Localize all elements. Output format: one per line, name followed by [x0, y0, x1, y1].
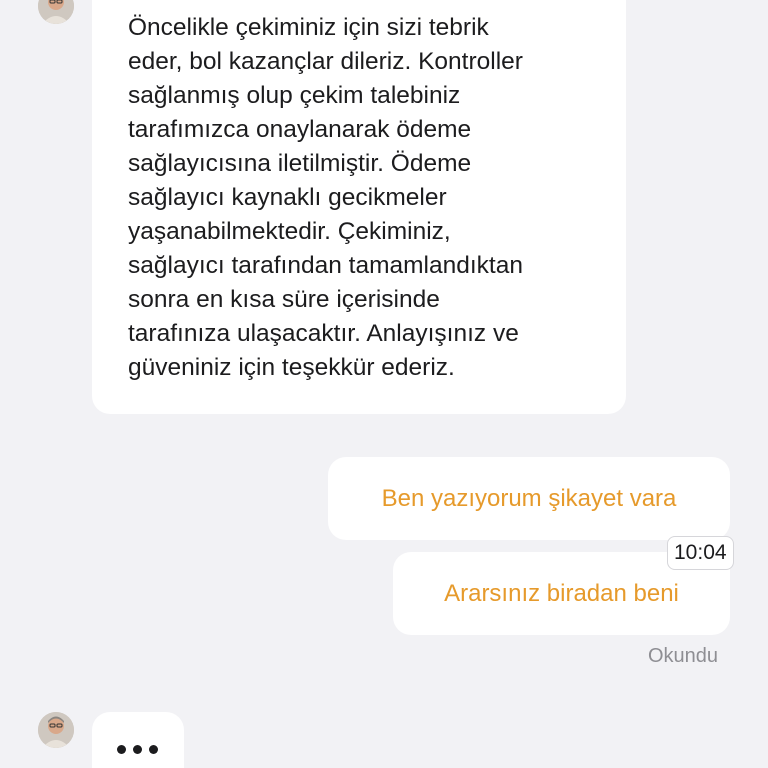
- read-status: Okundu: [648, 645, 719, 667]
- user-message-text: Ararsınız biradan beni: [444, 579, 679, 607]
- message-timestamp: 10:04: [667, 536, 734, 570]
- chat-screen: Öncelikle çekiminiz için sizi tebrik ede…: [0, 0, 768, 768]
- agent-avatar: [38, 712, 74, 748]
- user-message-text: Ben yazıyorum şikayet vara: [381, 484, 677, 512]
- typing-indicator-bubble: [92, 712, 184, 768]
- agent-message-text: Öncelikle çekiminiz için sizi tebrik ede…: [128, 14, 523, 381]
- agent-avatar: [38, 0, 74, 24]
- agent-message-bubble: Öncelikle çekiminiz için sizi tebrik ede…: [92, 0, 626, 414]
- typing-dots-icon: [117, 745, 158, 754]
- user-message-bubble[interactable]: Ben yazıyorum şikayet vara: [328, 457, 730, 540]
